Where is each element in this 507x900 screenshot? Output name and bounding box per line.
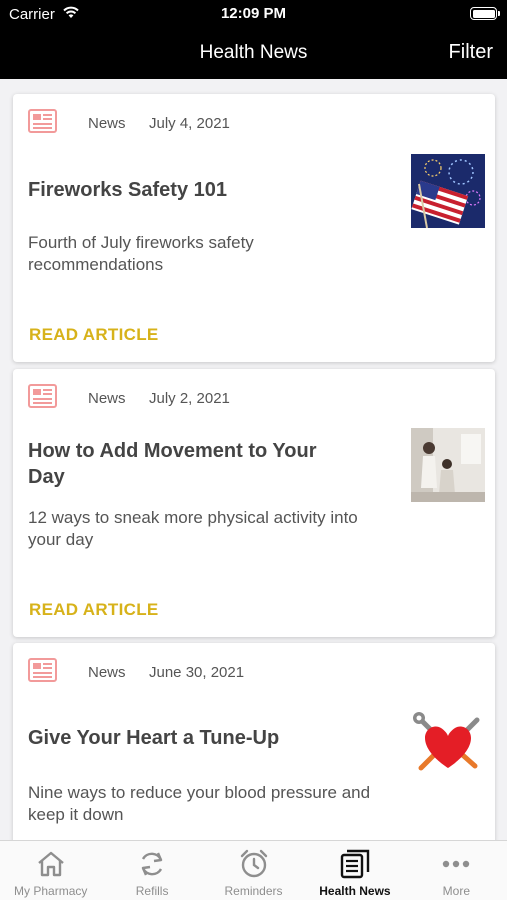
article-date: July 4, 2021	[149, 115, 230, 132]
filter-button[interactable]: Filter	[449, 41, 493, 64]
tab-label: Reminders	[224, 884, 283, 898]
navigation-bar: Health News Filter	[0, 30, 507, 79]
article-category: News	[88, 115, 126, 132]
status-bar: Carrier 12:09 PM	[0, 0, 507, 30]
tab-health-news[interactable]: Health News	[304, 841, 405, 900]
read-article-button[interactable]: READ ARTICLE	[29, 600, 159, 620]
article-date: June 30, 2021	[149, 664, 245, 681]
article-title: Fireworks Safety 101	[28, 179, 227, 201]
tab-refills[interactable]: Refills	[101, 841, 202, 900]
article-summary: Fourth of July fireworks safety recommen…	[28, 233, 254, 274]
alarm-clock-icon	[240, 849, 267, 878]
article-title: How to Add Movement to Your Day	[28, 440, 317, 488]
tab-more[interactable]: More	[406, 841, 507, 900]
tab-label: Refills	[135, 884, 169, 898]
article-category: News	[88, 664, 126, 681]
article-summary: Nine ways to reduce your blood pressure …	[28, 783, 371, 824]
article-card[interactable]: News July 4, 2021 Fireworks Safety 101 F…	[13, 94, 495, 362]
article-card[interactable]: News July 2, 2021 How to Add Movement to…	[13, 369, 495, 637]
page-title: Health News	[199, 42, 308, 63]
tab-my-pharmacy[interactable]: My Pharmacy	[0, 841, 101, 900]
refresh-icon	[141, 852, 163, 876]
newspaper-icon	[28, 658, 57, 682]
more-dots-icon	[443, 860, 470, 868]
tab-reminders[interactable]: Reminders	[203, 841, 304, 900]
newspaper-icon	[340, 849, 370, 879]
tab-label: Health News	[319, 884, 391, 898]
article-category: News	[88, 390, 126, 407]
tab-label: More	[442, 884, 470, 898]
heart-tools-image	[411, 706, 485, 780]
home-icon	[37, 851, 64, 877]
read-article-button[interactable]: READ ARTICLE	[29, 325, 159, 345]
news-feed[interactable]: News July 4, 2021 Fireworks Safety 101 F…	[0, 79, 507, 840]
battery-icon	[470, 7, 500, 20]
article-thumbnail	[411, 154, 485, 228]
tab-bar: My Pharmacy Refills Reminders Health New…	[0, 840, 507, 900]
article-title: Give Your Heart a Tune-Up	[28, 727, 280, 749]
article-thumbnail	[411, 428, 485, 502]
newspaper-icon	[28, 109, 57, 133]
article-summary: 12 ways to sneak more physical activity …	[28, 508, 358, 549]
tab-label: My Pharmacy	[14, 884, 88, 898]
clock-time: 12:09 PM	[220, 5, 287, 22]
article-card[interactable]: News June 30, 2021 Give Your Heart a Tun…	[13, 643, 495, 840]
newspaper-icon	[28, 384, 57, 408]
article-date: July 2, 2021	[149, 390, 230, 407]
